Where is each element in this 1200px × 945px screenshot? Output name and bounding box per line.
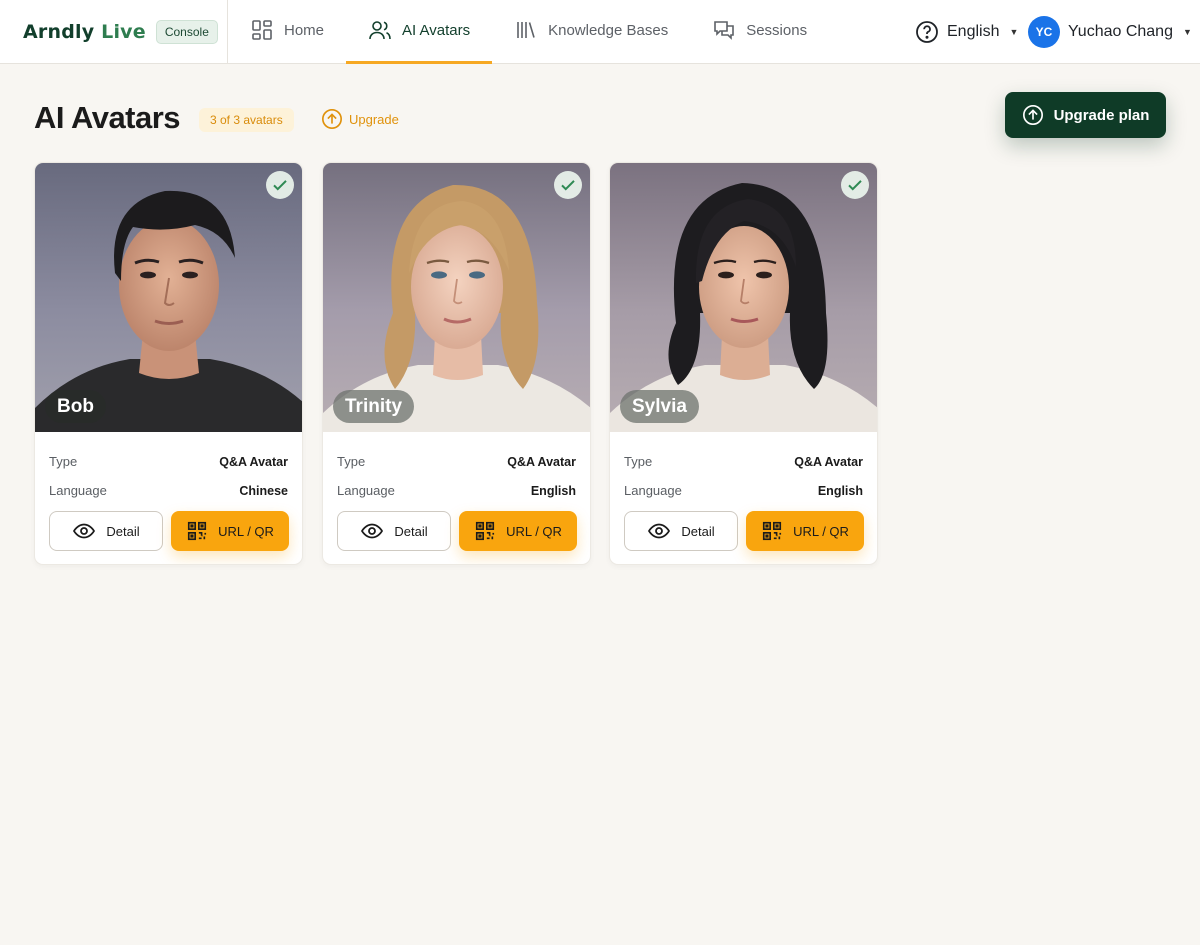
property-value: English: [817, 483, 863, 498]
chevron-down-icon: ▼: [1009, 27, 1019, 37]
arrow-up-circle-icon: [322, 109, 342, 129]
quota-badge: 3 of 3 avatars: [199, 108, 294, 132]
brand[interactable]: Arndly Live Console: [23, 19, 218, 45]
eye-icon: [648, 523, 671, 539]
card-actions: Detail URL / QR: [49, 511, 289, 551]
nav-label: Knowledge Bases: [548, 21, 669, 39]
property-label: Language: [624, 483, 682, 498]
avatar-properties: Type Q&A Avatar Language Chinese: [35, 432, 302, 505]
avatar-name-chip: Sylvia: [620, 390, 699, 423]
chevron-down-icon: ▼: [1182, 27, 1192, 37]
main-nav: Home AI Avatars Knowledge Bases Sessions: [248, 0, 829, 64]
logo[interactable]: Arndly Live: [23, 21, 146, 43]
help-icon: [916, 21, 938, 43]
property-value: English: [530, 483, 576, 498]
avatar-card-sylvia[interactable]: Sylvia Type Q&A Avatar Language English …: [609, 162, 878, 565]
selected-check-icon[interactable]: [841, 171, 869, 199]
qr-code-icon: [187, 521, 207, 541]
property-type: Type Q&A Avatar: [337, 447, 576, 476]
page-title: AI Avatars: [34, 100, 181, 135]
nav-label: AI Avatars: [402, 21, 471, 39]
language-label: English: [947, 23, 1000, 40]
url-qr-label: URL / QR: [793, 523, 849, 539]
property-value: Q&A Avatar: [794, 454, 863, 469]
qr-code-icon: [762, 521, 782, 541]
upgrade-link-label: Upgrade: [349, 111, 399, 127]
property-value: Chinese: [239, 483, 288, 498]
url-qr-button[interactable]: URL / QR: [746, 511, 864, 551]
property-label: Type: [337, 454, 366, 469]
property-value: Q&A Avatar: [219, 454, 288, 469]
divider: [227, 0, 228, 64]
users-icon: [369, 21, 391, 40]
property-type: Type Q&A Avatar: [49, 447, 288, 476]
avatar-card-bob[interactable]: Bob Type Q&A Avatar Language Chinese Det…: [34, 162, 303, 565]
language-selector[interactable]: English ▼: [915, 20, 1018, 44]
detail-button[interactable]: Detail: [624, 511, 738, 551]
avatar-properties: Type Q&A Avatar Language English: [610, 432, 877, 505]
avatar-name-chip: Trinity: [333, 390, 415, 423]
url-qr-button[interactable]: URL / QR: [171, 511, 289, 551]
nav-label: Home: [284, 21, 325, 39]
property-label: Language: [49, 483, 107, 498]
top-bar: Arndly Live Console Home AI Avatars Know…: [0, 0, 1200, 64]
selected-check-icon[interactable]: [266, 171, 294, 199]
selected-check-icon[interactable]: [554, 171, 582, 199]
nav-label: Sessions: [746, 21, 808, 39]
card-actions: Detail URL / QR: [337, 511, 577, 551]
nav-item-knowledge-bases[interactable]: Knowledge Bases: [492, 0, 690, 64]
chat-icon: [714, 21, 735, 40]
property-type: Type Q&A Avatar: [624, 447, 863, 476]
detail-label: Detail: [681, 523, 715, 539]
upgrade-plan-label: Upgrade plan: [1053, 106, 1150, 124]
property-language: Language English: [337, 476, 576, 505]
property-value: Q&A Avatar: [507, 454, 576, 469]
nav-item-sessions[interactable]: Sessions: [690, 0, 829, 64]
avatar-name-chip: Bob: [45, 390, 106, 423]
books-icon: [517, 22, 535, 38]
property-label: Type: [624, 454, 653, 469]
user-menu[interactable]: YC Yuchao Chang ▼: [1028, 16, 1192, 48]
nav-item-ai-avatars[interactable]: AI Avatars: [346, 0, 493, 64]
nav-item-home[interactable]: Home: [248, 0, 346, 64]
detail-label: Detail: [394, 523, 428, 539]
property-label: Type: [49, 454, 78, 469]
avatar-card-trinity[interactable]: Trinity Type Q&A Avatar Language English…: [322, 162, 591, 565]
eye-icon: [361, 523, 384, 539]
property-language: Language Chinese: [49, 476, 288, 505]
avatar: YC: [1028, 16, 1060, 48]
avatar-properties: Type Q&A Avatar Language English: [323, 432, 590, 505]
url-qr-button[interactable]: URL / QR: [459, 511, 577, 551]
console-badge: Console: [155, 20, 218, 44]
arrow-up-circle-icon: [1022, 105, 1043, 125]
detail-label: Detail: [106, 523, 140, 539]
avatar-photo[interactable]: Bob: [35, 163, 302, 432]
url-qr-label: URL / QR: [218, 523, 274, 539]
qr-code-icon: [475, 521, 495, 541]
property-label: Language: [337, 483, 395, 498]
user-name: Yuchao Chang: [1068, 23, 1173, 40]
avatar-photo[interactable]: Sylvia: [610, 163, 877, 432]
active-tab-indicator: [346, 61, 493, 64]
eye-icon: [73, 523, 96, 539]
grid-icon: [252, 20, 272, 40]
property-language: Language English: [624, 476, 863, 505]
detail-button[interactable]: Detail: [337, 511, 451, 551]
url-qr-label: URL / QR: [506, 523, 562, 539]
upgrade-link[interactable]: Upgrade: [321, 108, 399, 130]
detail-button[interactable]: Detail: [49, 511, 163, 551]
upgrade-plan-button[interactable]: Upgrade plan: [1005, 92, 1166, 138]
avatar-photo[interactable]: Trinity: [323, 163, 590, 432]
card-actions: Detail URL / QR: [624, 511, 864, 551]
